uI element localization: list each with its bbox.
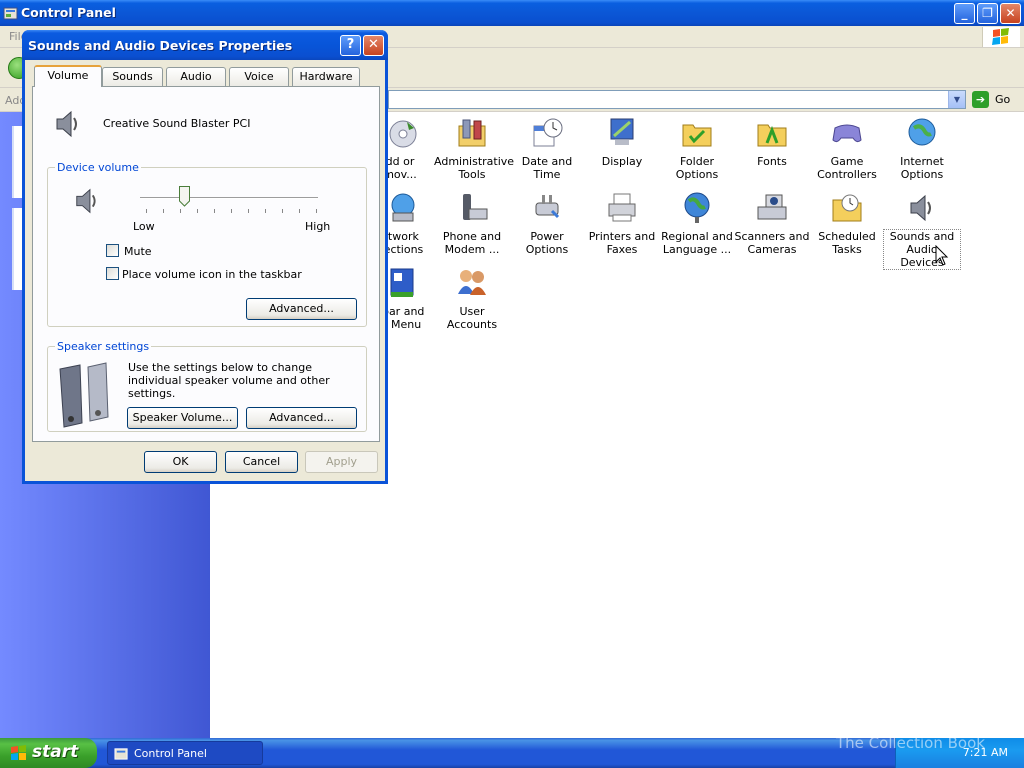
scanners-cameras-icon [757,194,787,220]
windows-flag-icon [11,745,26,760]
icon-phone-modem[interactable]: Phone and Modem ... [434,191,510,256]
tab-sounds[interactable]: Sounds [102,67,163,86]
volume-speaker-icon [76,188,96,214]
volume-advanced-button[interactable]: Advanced... [246,298,357,320]
ok-button[interactable]: OK [144,451,217,473]
volume-slider-thumb[interactable] [179,186,190,207]
game-controllers-icon [832,124,862,143]
dialog-titlebar[interactable]: Sounds and Audio Devices Properties ? ✕ [22,30,388,60]
start-label: start [32,742,79,762]
task-pane-box [12,208,22,290]
dialog-title: Sounds and Audio Devices Properties [28,38,293,53]
tab-strip: Volume Sounds Audio Voice Hardware [32,65,382,87]
minimize-button[interactable]: _ [954,3,975,24]
start-button[interactable]: start [0,738,97,768]
task-pane-box [12,126,22,198]
go-label: Go [995,93,1011,106]
printers-faxes-icon [608,193,636,222]
volume-ticks [146,209,317,214]
window-titlebar[interactable]: Control Panel _ ❐ ✕ [0,0,1024,26]
sounds-audio-icon [910,194,931,222]
user-accounts-icon [458,270,486,295]
internet-options-icon [908,118,936,146]
display-icon [610,118,634,145]
windows-logo-icon [982,27,1020,47]
go-arrow-icon: ➔ [972,91,989,108]
speaker-icon [56,110,77,138]
regional-language-icon [684,192,710,223]
watermark: The Collection Book [776,732,1022,762]
taskbar-icon-label: Place volume icon in the taskbar [122,268,302,281]
sounds-audio-properties-dialog: Sounds and Audio Devices Properties ? ✕ … [22,30,388,484]
icon-game-controllers[interactable]: Game Controllers [809,116,885,181]
icon-regional-language[interactable]: Regional and Language ... [659,191,735,256]
icon-scanners-cameras[interactable]: Scanners and Cameras [734,191,810,256]
volume-slider-track[interactable] [140,197,318,199]
icon-scheduled-tasks[interactable]: Scheduled Tasks [809,191,885,256]
add-remove-programs-icon [389,120,417,148]
volume-low-label: Low [133,220,155,233]
chevron-down-icon[interactable]: ▼ [948,91,965,108]
folder-options-icon [682,124,712,147]
power-options-icon [535,195,560,219]
icon-folder-options[interactable]: Folder Options [659,116,735,181]
volume-high-label: High [305,220,331,233]
tab-audio[interactable]: Audio [166,67,226,86]
dialog-close-button[interactable]: ✕ [363,35,384,56]
fonts-icon [757,124,787,147]
icon-administrative-tools[interactable]: Administrative Tools [434,116,514,181]
administrative-tools-icon [458,119,486,147]
go-button[interactable]: ➔ Go [972,91,1022,109]
icon-display[interactable]: Display [584,116,660,168]
tab-hardware[interactable]: Hardware [292,67,360,86]
icon-fonts[interactable]: Fonts [734,116,810,168]
tab-volume[interactable]: Volume [34,65,102,87]
control-panel-icon [114,748,128,760]
icon-internet-options[interactable]: Internet Options [884,116,960,181]
apply-button[interactable]: Apply [305,451,378,473]
taskbar-item-label: Control Panel [134,747,207,760]
speaker-settings-legend: Speaker settings [55,340,152,353]
mute-checkbox[interactable] [106,244,119,257]
tab-voice[interactable]: Voice [229,67,289,86]
icon-printers-faxes[interactable]: Printers and Faxes [584,191,660,256]
window-title: Control Panel [21,5,116,20]
icon-date-time[interactable]: Date and Time [509,116,585,181]
taskbar-start-menu-icon [390,268,414,297]
speaker-advanced-button[interactable]: Advanced... [246,407,357,429]
mouse-cursor-icon [935,245,949,266]
phone-modem-icon [463,194,488,220]
device-volume-legend: Device volume [55,161,141,174]
speaker-description: Use the settings below to change individ… [128,361,330,400]
icon-user-accounts[interactable]: User Accounts [434,266,510,331]
close-button[interactable]: ✕ [1000,3,1021,24]
icon-power-options[interactable]: Power Options [509,191,585,256]
restore-button[interactable]: ❐ [977,3,998,24]
speakers-icon [59,362,109,428]
speaker-volume-button[interactable]: Speaker Volume... [127,407,238,429]
control-panel-icon [3,7,18,20]
network-connections-icon [391,193,415,222]
watermark-text: The Collection Book [836,734,985,752]
cancel-button[interactable]: Cancel [225,451,298,473]
address-input[interactable]: ▼ [388,90,966,109]
volume-tab-panel: Creative Sound Blaster PCI Device volume… [32,86,380,442]
help-button[interactable]: ? [340,35,361,56]
device-name: Creative Sound Blaster PCI [103,117,251,130]
mute-label: Mute [124,245,152,258]
scheduled-tasks-icon [832,194,862,222]
taskbar-item-control-panel[interactable]: Control Panel [107,741,263,765]
date-time-icon [533,118,563,147]
taskbar-icon-checkbox[interactable] [106,267,119,280]
